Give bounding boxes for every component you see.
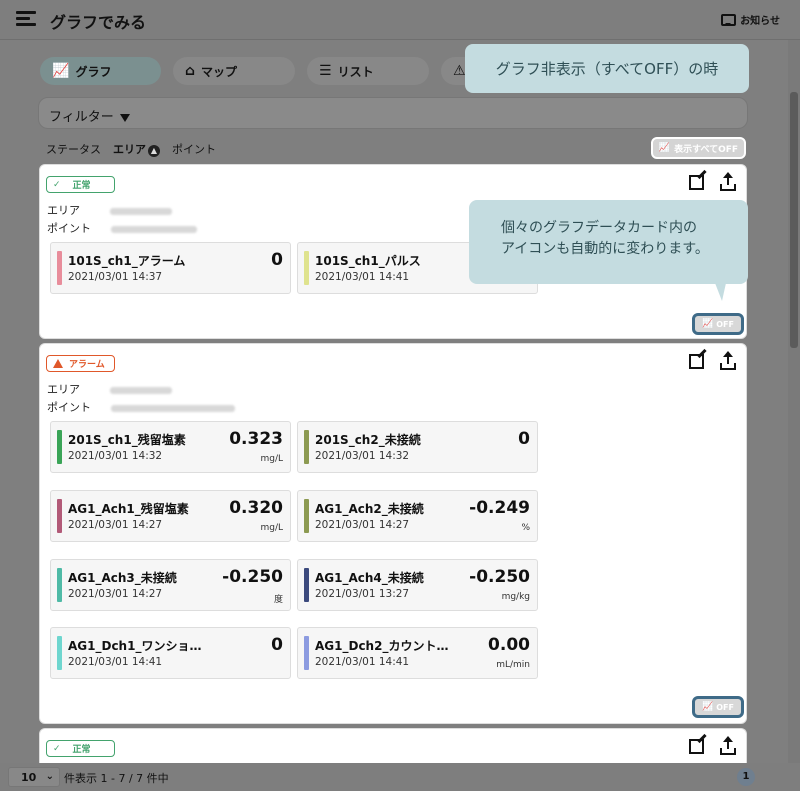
warning-icon: ⚠ bbox=[453, 63, 466, 79]
edit-icon[interactable] bbox=[689, 354, 704, 369]
status-badge: ✓ 正常 bbox=[46, 740, 115, 757]
callout-all-off-text: グラフ非表示（すべてOFF）の時 bbox=[495, 60, 719, 78]
hamburger-menu-icon[interactable] bbox=[16, 11, 36, 27]
all-graphs-off-button[interactable]: 📈 表示すべてOFF bbox=[651, 137, 746, 159]
data-tile[interactable]: 201S_ch1_残留塩素 2021/03/01 14:32 0.323 mg/… bbox=[50, 421, 291, 473]
notice-label: お知らせ bbox=[740, 16, 780, 27]
edit-icon[interactable] bbox=[689, 739, 704, 754]
line-chart-icon: 📈 bbox=[658, 143, 671, 153]
sort-options: ステータス エリア ▲ ポイント bbox=[46, 141, 216, 157]
notice-button[interactable]: お知らせ bbox=[721, 12, 780, 27]
check-icon: ✓ bbox=[53, 179, 61, 190]
status-badge-label: 正常 bbox=[72, 745, 91, 755]
filter-label: フィルター bbox=[49, 110, 114, 125]
sort-status[interactable]: ステータス bbox=[46, 141, 101, 157]
data-tile[interactable]: 101S_ch1_アラーム 2021/03/01 14:37 0 bbox=[50, 242, 291, 294]
chat-bubble-icon bbox=[721, 13, 737, 26]
line-chart-icon: 📈 bbox=[702, 702, 714, 712]
line-chart-icon: 📈 bbox=[702, 319, 714, 329]
scrollbar[interactable] bbox=[788, 40, 800, 763]
point-label: ポイント bbox=[47, 220, 197, 236]
status-badge-label: 正常 bbox=[72, 181, 91, 191]
data-tile[interactable]: AG1_Ach4_未接続 2021/03/01 13:27 -0.250 mg/… bbox=[297, 559, 538, 611]
graph-off-button[interactable]: 📈 OFF bbox=[692, 696, 744, 718]
sort-up-icon: ▲ bbox=[148, 145, 160, 157]
caret-down-icon bbox=[119, 113, 130, 122]
tab-graph-label: グラフ bbox=[75, 64, 112, 79]
all-off-label: 表示すべてOFF bbox=[674, 144, 739, 155]
tab-map-label: マップ bbox=[201, 64, 238, 79]
edit-icon[interactable] bbox=[689, 175, 704, 190]
callout-line-2: アイコンも自動的に変わります。 bbox=[501, 241, 709, 257]
data-tile[interactable]: 201S_ch2_未接続 2021/03/01 14:32 0 bbox=[297, 421, 538, 473]
tab-map[interactable]: ⌂ マップ bbox=[173, 57, 295, 85]
tab-list-label: リスト bbox=[337, 64, 374, 79]
graph-off-button[interactable]: 📈 OFF bbox=[692, 313, 744, 335]
export-icon[interactable] bbox=[720, 172, 736, 191]
map-pin-icon: ⌂ bbox=[185, 63, 196, 79]
chevron-down-icon: ⌄ bbox=[45, 771, 54, 782]
status-badge: ✓ 正常 bbox=[46, 176, 115, 193]
status-badge-label: アラーム bbox=[69, 360, 105, 370]
area-label: エリア bbox=[47, 202, 172, 218]
area-label: エリア bbox=[47, 381, 172, 397]
data-tile[interactable]: AG1_Ach2_未接続 2021/03/01 14:27 -0.249 % bbox=[297, 490, 538, 542]
page-size-select[interactable]: 10 ⌄ bbox=[8, 767, 60, 787]
callout-all-off: グラフ非表示（すべてOFF）の時 bbox=[465, 44, 749, 93]
list-icon: ☰ bbox=[319, 63, 332, 79]
pagination-footer: 10 ⌄ 件表示 1 - 7 / 7 件中 1 bbox=[0, 763, 800, 791]
point-label: ポイント bbox=[47, 399, 235, 415]
page-title: グラフでみる bbox=[50, 13, 147, 32]
export-icon[interactable] bbox=[720, 736, 736, 755]
sort-area[interactable]: エリア ▲ bbox=[113, 141, 160, 157]
data-card: ✓ 正常 bbox=[39, 728, 747, 768]
data-tile[interactable]: AG1_Dch1_ワンショ… 2021/03/01 14:41 0 bbox=[50, 627, 291, 679]
filter-dropdown[interactable]: フィルター bbox=[38, 97, 748, 129]
app-header: グラフでみる お知らせ bbox=[0, 0, 800, 40]
data-tile[interactable]: AG1_Ach3_未接続 2021/03/01 14:27 -0.250 度 bbox=[50, 559, 291, 611]
tab-graph[interactable]: 📈 グラフ bbox=[40, 57, 161, 85]
callout-line-1: 個々のグラフデータカード内の bbox=[501, 220, 697, 236]
export-icon[interactable] bbox=[720, 351, 736, 370]
callout-card-icons: 個々のグラフデータカード内の アイコンも自動的に変わります。 bbox=[469, 200, 748, 301]
data-card: アラーム エリア ポイント 201S_ch1_残留塩素 2021/03/01 1… bbox=[39, 343, 747, 724]
tab-list[interactable]: ☰ リスト bbox=[307, 57, 429, 85]
data-tile[interactable]: AG1_Dch2_カウント… 2021/03/01 14:41 0.00 mL/… bbox=[297, 627, 538, 679]
warning-icon bbox=[53, 359, 63, 368]
line-chart-icon: 📈 bbox=[52, 63, 70, 79]
page-1-button[interactable]: 1 bbox=[737, 768, 755, 786]
scrollbar-thumb[interactable] bbox=[790, 92, 798, 348]
status-badge: アラーム bbox=[46, 355, 115, 372]
record-count: 件表示 1 - 7 / 7 件中 bbox=[64, 772, 169, 785]
data-tile[interactable]: AG1_Ach1_残留塩素 2021/03/01 14:27 0.320 mg/… bbox=[50, 490, 291, 542]
sort-point[interactable]: ポイント bbox=[172, 141, 216, 157]
check-icon: ✓ bbox=[53, 743, 61, 754]
